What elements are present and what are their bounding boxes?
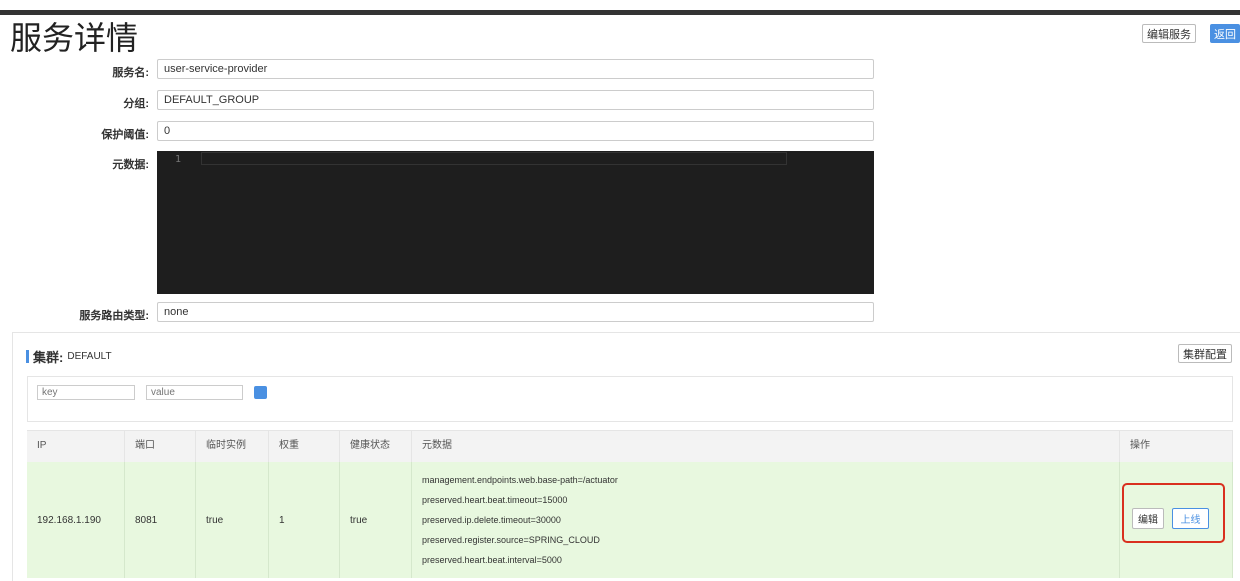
- th-port: 端口: [125, 430, 196, 462]
- metadata-line: preserved.heart.beat.interval=5000: [422, 555, 562, 565]
- cluster-title: 集群: DEFAULT: [26, 347, 112, 366]
- filter-search-button[interactable]: [254, 386, 267, 399]
- th-ip: IP: [27, 430, 125, 462]
- cluster-name: DEFAULT: [67, 351, 112, 362]
- filter-value-input[interactable]: [146, 385, 243, 400]
- cell-ephemeral: true: [196, 462, 269, 578]
- editor-line-number: 1: [175, 154, 182, 165]
- th-weight: 权重: [269, 430, 340, 462]
- route-type-input[interactable]: none: [157, 302, 874, 322]
- back-button[interactable]: 返回: [1210, 24, 1240, 43]
- th-healthy: 健康状态: [340, 430, 412, 462]
- group-input[interactable]: DEFAULT_GROUP: [157, 90, 874, 110]
- metadata-line: management.endpoints.web.base-path=/actu…: [422, 475, 618, 485]
- edit-service-button[interactable]: 编辑服务: [1142, 24, 1196, 43]
- metadata-label: 元数据:: [112, 159, 149, 171]
- cell-weight: 1: [269, 462, 340, 578]
- cluster-config-button[interactable]: 集群配置: [1178, 344, 1232, 363]
- metadata-line: preserved.ip.delete.timeout=30000: [422, 515, 561, 525]
- cell-ip: 192.168.1.190: [27, 462, 125, 578]
- top-border: [0, 10, 1240, 15]
- service-name-label: 服务名:: [112, 67, 149, 79]
- metadata-editor[interactable]: 1: [157, 151, 874, 294]
- actions-highlight-box: [1122, 483, 1225, 543]
- editor-current-line: [201, 152, 787, 165]
- cell-port: 8081: [125, 462, 196, 578]
- th-ephemeral: 临时实例: [196, 430, 269, 462]
- page-title: 服务详情: [10, 19, 139, 57]
- protect-threshold-input[interactable]: 0: [157, 121, 874, 141]
- metadata-line: preserved.register.source=SPRING_CLOUD: [422, 535, 600, 545]
- route-type-label: 服务路由类型:: [79, 310, 149, 322]
- metadata-line: preserved.heart.beat.timeout=15000: [422, 495, 568, 505]
- protect-threshold-label: 保护阈值:: [101, 129, 149, 141]
- service-name-input[interactable]: user-service-provider: [157, 59, 874, 79]
- editor-gutter: [157, 151, 197, 294]
- filter-key-input[interactable]: [37, 385, 135, 400]
- cell-healthy: true: [340, 462, 412, 578]
- cluster-title-bar: [26, 350, 29, 363]
- cluster-label: 集群:: [33, 350, 64, 365]
- th-actions: 操作: [1120, 430, 1233, 462]
- th-metadata: 元数据: [412, 430, 1120, 462]
- cell-metadata: management.endpoints.web.base-path=/actu…: [412, 462, 1120, 578]
- group-label: 分组:: [123, 98, 149, 110]
